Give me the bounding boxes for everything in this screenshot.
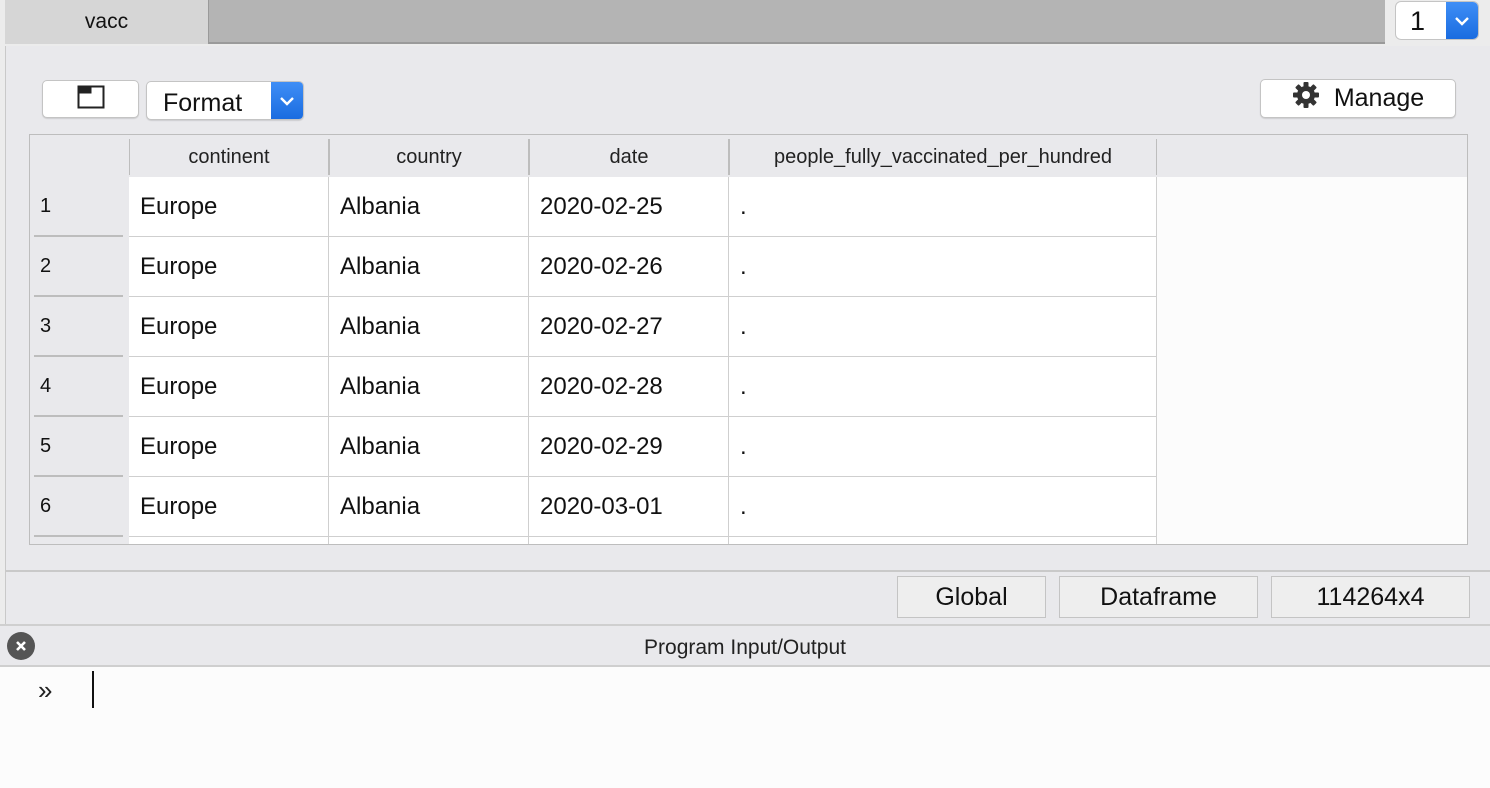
page-selector-value: 1 — [1410, 6, 1426, 36]
row-number-column: 1 2 3 4 5 6 — [30, 177, 129, 544]
row-number[interactable]: 6 — [34, 477, 123, 537]
table-cell[interactable]: Europe — [129, 477, 329, 537]
table-cell[interactable]: Albania — [329, 177, 529, 237]
row-number[interactable]: 1 — [34, 177, 123, 237]
table-cell[interactable]: 2020-02-25 — [529, 177, 729, 237]
table-cell[interactable]: . — [729, 357, 1157, 417]
table-cell[interactable]: Europe — [129, 417, 329, 477]
text-caret — [92, 671, 94, 708]
chevron-down-icon[interactable] — [1446, 2, 1478, 39]
tab-bar: vacc 1 — [0, 0, 1490, 46]
tab-vacc[interactable]: vacc — [5, 0, 209, 44]
row-number[interactable]: 4 — [34, 357, 123, 417]
column-header-country[interactable]: country — [329, 139, 529, 175]
layout-toggle-button[interactable] — [42, 80, 139, 118]
status-dimensions: 114264x4 — [1271, 576, 1470, 618]
table-cell[interactable] — [729, 537, 1157, 544]
gear-icon — [1292, 81, 1320, 116]
io-panel-header: Program Input/Output — [0, 624, 1490, 667]
status-bar: Global Dataframe 114264x4 — [5, 570, 1490, 624]
window-layout-icon — [77, 85, 105, 114]
prompt-icon: » — [38, 675, 53, 705]
table-cell[interactable]: Albania — [329, 357, 529, 417]
status-type: Dataframe — [1059, 576, 1258, 618]
table-cell[interactable]: . — [729, 477, 1157, 537]
table-cell[interactable] — [329, 537, 529, 544]
status-scope: Global — [897, 576, 1046, 618]
table-cell[interactable] — [529, 537, 729, 544]
close-icon[interactable] — [7, 632, 35, 660]
table-cell[interactable]: . — [729, 177, 1157, 237]
table-header-row: continent country date people_fully_vacc… — [30, 135, 1467, 177]
table-cell[interactable]: Albania — [329, 237, 529, 297]
row-number[interactable]: 3 — [34, 297, 123, 357]
table-cell[interactable]: . — [729, 297, 1157, 357]
table-cell[interactable]: 2020-03-01 — [529, 477, 729, 537]
io-console[interactable]: » — [0, 667, 1490, 788]
format-label: Format — [163, 89, 243, 117]
table-cell[interactable]: Albania — [329, 417, 529, 477]
table-cell[interactable]: Albania — [329, 297, 529, 357]
chevron-down-icon[interactable] — [271, 82, 303, 119]
table-cell[interactable]: Europe — [129, 357, 329, 417]
table-cell[interactable]: . — [729, 417, 1157, 477]
table-cell[interactable] — [129, 537, 329, 544]
table-cell[interactable]: Europe — [129, 297, 329, 357]
manage-label: Manage — [1333, 84, 1425, 112]
data-table[interactable]: continent country date people_fully_vacc… — [29, 134, 1468, 545]
format-dropdown[interactable]: Format — [146, 81, 304, 120]
column-header-date[interactable]: date — [529, 139, 729, 175]
table-cell[interactable]: 2020-02-27 — [529, 297, 729, 357]
table-cell[interactable]: 2020-02-28 — [529, 357, 729, 417]
column-header-continent[interactable]: continent — [129, 139, 329, 175]
manage-button[interactable]: Manage — [1260, 79, 1456, 118]
table-cell[interactable]: . — [729, 237, 1157, 297]
table-cell[interactable]: 2020-02-26 — [529, 237, 729, 297]
row-number[interactable]: 5 — [34, 417, 123, 477]
table-cell[interactable]: Europe — [129, 237, 329, 297]
column-header-people-fully-vaccinated[interactable]: people_fully_vaccinated_per_hundred — [729, 139, 1157, 175]
table-cell[interactable]: Albania — [329, 477, 529, 537]
tab-strip: vacc — [5, 0, 1385, 44]
page-selector[interactable]: 1 — [1395, 1, 1479, 40]
table-cell[interactable]: 2020-02-29 — [529, 417, 729, 477]
io-panel-title: Program Input/Output — [644, 635, 846, 659]
data-viewer-panel: Format Manage continent country date peo… — [5, 46, 1490, 570]
table-cell[interactable]: Europe — [129, 177, 329, 237]
row-number[interactable]: 2 — [34, 237, 123, 297]
